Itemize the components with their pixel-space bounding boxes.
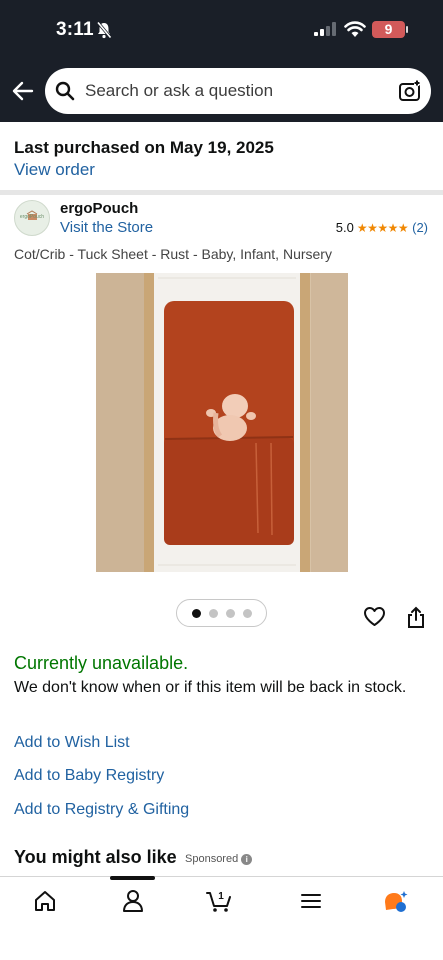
visit-store-link[interactable]: Visit the Store bbox=[60, 219, 153, 236]
add-to-registry-gifting-link[interactable]: Add to Registry & Gifting bbox=[14, 801, 189, 819]
brand-logo[interactable]: ergoPouch bbox=[14, 200, 50, 236]
sponsored-text: Sponsored bbox=[185, 853, 239, 865]
purchase-banner: Last purchased on May 19, 2025 View orde… bbox=[0, 122, 443, 190]
availability-status: Currently unavailable. bbox=[14, 653, 189, 673]
add-to-baby-registry-link[interactable]: Add to Baby Registry bbox=[14, 767, 164, 785]
signal-icon bbox=[314, 22, 336, 36]
sponsored-label[interactable]: Sponsored i bbox=[185, 853, 253, 865]
review-count-link[interactable]: (2) bbox=[412, 220, 428, 235]
info-icon[interactable]: i bbox=[241, 853, 253, 865]
carousel-dot[interactable] bbox=[225, 608, 235, 618]
carousel-dot[interactable] bbox=[208, 608, 218, 618]
share-icon[interactable] bbox=[406, 606, 426, 629]
brand-name: ergoPouch bbox=[60, 200, 139, 217]
search-input[interactable] bbox=[85, 68, 385, 114]
carousel-dot[interactable] bbox=[242, 608, 252, 618]
search-icon bbox=[55, 81, 75, 101]
battery-level: 9 bbox=[384, 21, 393, 37]
cart-count: 1 bbox=[218, 891, 224, 902]
brand-logo-text: ergoPouch bbox=[19, 214, 45, 220]
view-order-link[interactable]: View order bbox=[14, 160, 95, 180]
camera-search-icon[interactable] bbox=[398, 79, 422, 103]
product-image[interactable] bbox=[96, 273, 348, 572]
search-bar[interactable] bbox=[45, 68, 431, 114]
product-photo bbox=[96, 273, 348, 572]
last-purchased-text: Last purchased on May 19, 2025 bbox=[14, 138, 274, 157]
header: 3:11 9 bbox=[0, 0, 443, 122]
star-rating-icon: ★★★★★ bbox=[356, 220, 409, 235]
image-carousel-indicator[interactable] bbox=[176, 599, 267, 627]
rating-value: 5.0 bbox=[335, 220, 354, 235]
product-title: Cot/Crib - Tuck Sheet - Rust - Baby, Inf… bbox=[14, 246, 332, 262]
active-tab-indicator bbox=[110, 876, 155, 880]
back-arrow-icon[interactable] bbox=[12, 81, 34, 101]
wifi-icon bbox=[344, 21, 366, 37]
menu-icon[interactable] bbox=[298, 888, 324, 914]
add-to-wish-list-link[interactable]: Add to Wish List bbox=[14, 734, 130, 752]
status-time: 3:11 bbox=[56, 19, 94, 40]
section-divider bbox=[0, 190, 443, 195]
recommendations-title: You might also like bbox=[14, 847, 177, 867]
account-icon[interactable] bbox=[120, 888, 146, 914]
home-icon[interactable] bbox=[32, 888, 58, 914]
rufus-icon[interactable] bbox=[382, 888, 408, 914]
carousel-dot[interactable] bbox=[191, 608, 201, 618]
rating-summary[interactable]: 5.0 ★★★★★ (2) bbox=[336, 220, 428, 235]
battery-indicator: 9 bbox=[372, 21, 408, 38]
stock-message: We don't know when or if this item will … bbox=[14, 679, 407, 696]
cart-icon[interactable]: 1 bbox=[206, 888, 232, 914]
heart-icon[interactable] bbox=[363, 606, 386, 627]
silent-bell-icon bbox=[96, 21, 112, 39]
